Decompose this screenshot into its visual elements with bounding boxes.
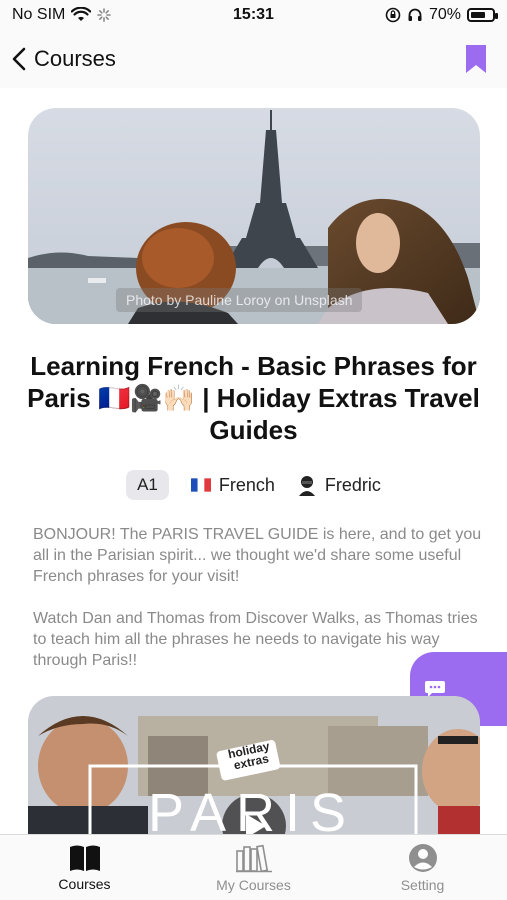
battery-percent: 70%	[428, 6, 461, 23]
tab-my-courses-label: My Courses	[216, 876, 291, 893]
language-tag: French	[190, 474, 275, 496]
tab-courses[interactable]: Courses	[10, 844, 160, 892]
status-left: No SIM	[12, 6, 112, 24]
tab-courses-label: Courses	[58, 875, 111, 892]
status-bar: No SIM 15:31 70%	[0, 0, 507, 30]
course-video-thumbnail[interactable]: holiday extras PARIS	[28, 696, 480, 836]
status-right: 70%	[385, 6, 498, 24]
orientation-lock-icon	[385, 7, 401, 23]
video-title-text: PARIS	[148, 783, 357, 836]
loading-spinner-icon	[97, 8, 112, 22]
library-icon	[235, 844, 272, 872]
tab-setting-label: Setting	[400, 876, 445, 893]
level-badge: A1	[126, 470, 169, 500]
language-label: French	[218, 474, 275, 495]
course-cover-image: Photo by Pauline Loroy on Unsplash	[28, 108, 480, 324]
back-label: Courses	[34, 46, 116, 71]
battery-icon	[467, 8, 498, 22]
carrier-label: No SIM	[12, 6, 66, 23]
tab-bar: Courses My Courses Setting	[0, 834, 507, 900]
author-label: Fredric	[324, 474, 381, 495]
bookmark-icon[interactable]	[465, 44, 487, 74]
description-paragraph: BONJOUR! The PARIS TRAVEL GUIDE is here,…	[33, 526, 482, 585]
user-icon	[408, 843, 437, 872]
photo-credit: Photo by Pauline Loroy on Unsplash	[116, 288, 363, 312]
tab-setting[interactable]: Setting	[348, 843, 498, 893]
navigation-bar: Courses	[0, 30, 507, 88]
tab-my-courses[interactable]: My Courses	[179, 843, 329, 893]
headphones-icon	[408, 8, 422, 21]
author-tag: Fredric	[297, 474, 381, 496]
french-flag-icon	[190, 478, 211, 492]
course-meta: A1 French Fredric	[0, 470, 507, 500]
author-avatar-icon	[298, 476, 315, 496]
course-title: Learning French - Basic Phrases for Pari…	[27, 351, 480, 445]
back-button[interactable]: Courses	[12, 46, 116, 72]
wifi-icon	[71, 7, 92, 21]
book-icon	[69, 845, 100, 871]
chevron-left-icon	[12, 47, 26, 71]
